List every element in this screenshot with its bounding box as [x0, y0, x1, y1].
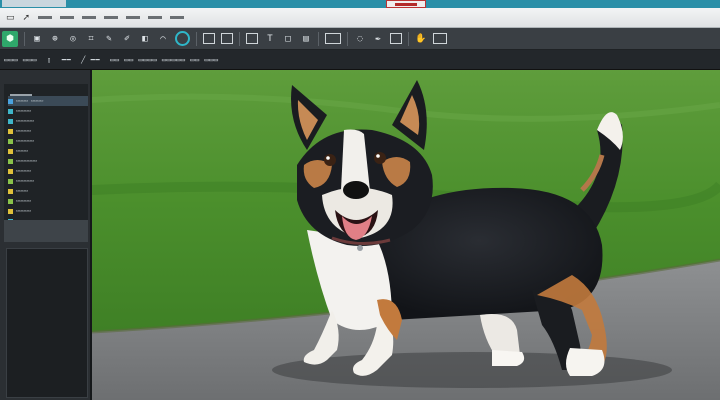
option-slider-2[interactable]: ╱ ━━: [81, 56, 100, 64]
layer-item[interactable]: ▭▭▭▭▭▭: [8, 176, 88, 186]
fill-tool[interactable]: ◧: [139, 32, 151, 46]
main-toolbar: ⬢ ▣ ⊕ ◎ ⌗ ✎ ✐ ◧ ⌒ T □ ▤ ◌ ✒ ✋: [0, 28, 720, 50]
home-button[interactable]: ⬢: [2, 30, 18, 47]
gradient-tool[interactable]: ▤: [300, 32, 312, 46]
tab-thumbnails[interactable]: [2, 0, 66, 7]
lasso-tool[interactable]: ⌒: [157, 32, 169, 46]
option-slider-1[interactable]: ━━: [62, 56, 71, 64]
panel-tab-bar[interactable]: [4, 220, 88, 242]
eraser-tool[interactable]: ✎: [103, 32, 115, 46]
menu-view[interactable]: [82, 16, 97, 19]
panel-toggle-icon[interactable]: [433, 33, 447, 44]
layers-panel-header: [10, 88, 32, 96]
frame-icon[interactable]: [203, 33, 215, 44]
option-field-2[interactable]: ▭▭ ▭▭ ▭▭▭▭ ▭▭▭▭▭ ▭▭ ▭▭▭: [110, 56, 218, 64]
tool-options-bar: ▭▭▭ ▭▭▭ ▯ ━━ ╱ ━━ ▭▭ ▭▭ ▭▭▭▭ ▭▭▭▭▭ ▭▭ ▭▭…: [0, 50, 720, 70]
layer-item[interactable]: ▭▭▭▭▭▭▭: [8, 156, 88, 166]
canvas-icon[interactable]: [246, 33, 258, 44]
image-editor-window: ▭ ➚ ⬢ ▣ ⊕ ◎ ⌗ ✎ ✐ ◧ ⌒ T □ ▤ ◌ ✒ ✋ ▭▭▭ ▭▭…: [0, 0, 720, 400]
crop-tool[interactable]: ⌗: [85, 32, 97, 46]
menu-file[interactable]: [38, 16, 53, 19]
layer-item[interactable]: ▭▭▭▭ ▭▭▭▭: [8, 96, 88, 106]
layer-item[interactable]: ▭▭▭▭▭: [8, 126, 88, 136]
image-canvas[interactable]: [92, 70, 720, 400]
option-handle[interactable]: ▯: [47, 56, 52, 64]
move-tool[interactable]: ⊕: [49, 32, 61, 46]
layer-item[interactable]: ▭▭▭▭▭: [8, 196, 88, 206]
layers-panel: ▭▭▭▭ ▭▭▭▭ ▭▭▭▭▭ ▭▭▭▭▭▭ ▭▭▭▭▭ ▭▭▭▭▭▭ ▭▭▭▭…: [4, 84, 88, 234]
arrow-icon[interactable]: ➚: [23, 13, 31, 23]
adjust-icon[interactable]: [390, 33, 402, 44]
selection-ring-button[interactable]: [175, 31, 190, 46]
layer-item[interactable]: ▭▭▭▭▭▭: [8, 136, 88, 146]
text-tool[interactable]: T: [264, 32, 276, 46]
menu-image[interactable]: [104, 16, 119, 19]
option-field-1[interactable]: ▭▭▭ ▭▭▭: [4, 56, 37, 64]
window-icon[interactable]: ▭: [6, 13, 15, 23]
layer-item[interactable]: ▭▭▭▭▭: [8, 206, 88, 216]
layer-item[interactable]: ▭▭▭▭: [8, 186, 88, 196]
window-badge: [386, 0, 426, 8]
zoom-tool[interactable]: ◎: [67, 32, 79, 46]
title-bar: [0, 0, 720, 8]
layer-item[interactable]: ▭▭▭▭▭: [8, 166, 88, 176]
shape-tool[interactable]: □: [282, 32, 294, 46]
layer-item[interactable]: ▭▭▭▭: [8, 146, 88, 156]
grid-icon[interactable]: [325, 33, 341, 44]
history-panel: [6, 248, 88, 398]
hand-tool[interactable]: ✋: [415, 32, 427, 46]
brush-tool[interactable]: ✐: [121, 32, 133, 46]
menu-edit[interactable]: [60, 16, 75, 19]
layer-item[interactable]: ▭▭▭▭▭: [8, 106, 88, 116]
blur-tool[interactable]: ◌: [354, 32, 366, 46]
menu-filter[interactable]: [148, 16, 163, 19]
layer-item[interactable]: ▭▭▭▭▭▭: [8, 116, 88, 126]
menu-window[interactable]: [170, 16, 185, 19]
dog-photo: [92, 70, 720, 400]
pen-tool[interactable]: ✒: [372, 32, 384, 46]
menu-layer[interactable]: [126, 16, 141, 19]
left-panel: ▭▭▭▭ ▭▭▭▭ ▭▭▭▭▭ ▭▭▭▭▭▭ ▭▭▭▭▭ ▭▭▭▭▭▭ ▭▭▭▭…: [0, 70, 92, 400]
layer-icon[interactable]: [221, 33, 233, 44]
new-layer-tool[interactable]: ▣: [31, 32, 43, 46]
menu-bar: ▭ ➚: [0, 8, 720, 28]
